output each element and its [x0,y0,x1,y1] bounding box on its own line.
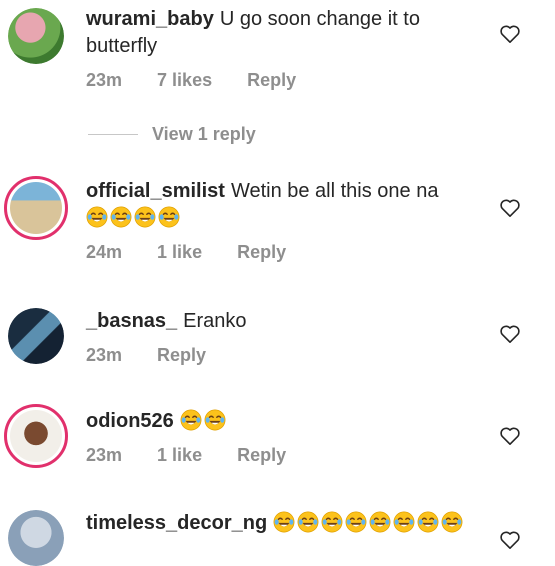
face-with-tears-of-joy-icon [321,511,343,533]
face-with-tears-of-joy-icon [204,409,226,431]
heart-icon[interactable] [499,530,521,550]
face-with-tears-of-joy-icon [158,206,180,228]
timestamp: 23m [86,70,123,90]
face-with-tears-of-joy-icon [134,206,156,228]
heart-icon[interactable] [499,324,521,344]
reply-button[interactable]: Reply [157,345,206,366]
heart-icon[interactable] [499,24,521,44]
reply-button[interactable]: Reply [247,70,296,91]
face-with-tears-of-joy-icon [110,206,132,228]
face-with-tears-of-joy-icon [393,511,415,533]
face-with-tears-of-joy-icon [441,511,463,533]
face-with-tears-of-joy-icon [297,511,319,533]
heart-icon[interactable] [499,426,521,446]
timestamp: 23m [86,445,123,465]
username[interactable]: official_smilist [86,180,225,202]
avatar[interactable] [4,404,68,468]
username[interactable]: wurami_baby [86,8,214,30]
timestamp: 24m [86,242,123,262]
avatar[interactable] [4,176,68,240]
username[interactable]: _basnas_ [86,310,177,332]
heart-icon[interactable] [499,198,521,218]
like-count[interactable]: 1 like [157,445,202,466]
avatar[interactable] [8,308,64,364]
username[interactable]: timeless_decor_ng [86,512,267,534]
reply-button[interactable]: Reply [237,445,286,466]
emoji-row [273,511,465,534]
like-count[interactable]: 1 like [157,242,202,263]
username[interactable]: odion526 [86,410,174,432]
avatar[interactable] [8,510,64,566]
face-with-tears-of-joy-icon [417,511,439,533]
emoji-row [180,409,228,432]
avatar[interactable] [8,8,64,64]
like-count[interactable]: 7 likes [157,70,212,91]
reply-button[interactable]: Reply [237,242,286,263]
face-with-tears-of-joy-icon [273,511,295,533]
face-with-tears-of-joy-icon [180,409,202,431]
emoji-row [86,205,495,232]
timestamp: 23m [86,345,123,365]
comment-text: Eranko [183,310,247,332]
face-with-tears-of-joy-icon [86,206,108,228]
divider-line [88,133,138,135]
view-replies-button[interactable]: View 1 reply [88,122,256,146]
face-with-tears-of-joy-icon [369,511,391,533]
face-with-tears-of-joy-icon [345,511,367,533]
comment-text: Wetin be all this one na [230,180,439,202]
view-replies-label[interactable]: View 1 reply [152,124,256,145]
